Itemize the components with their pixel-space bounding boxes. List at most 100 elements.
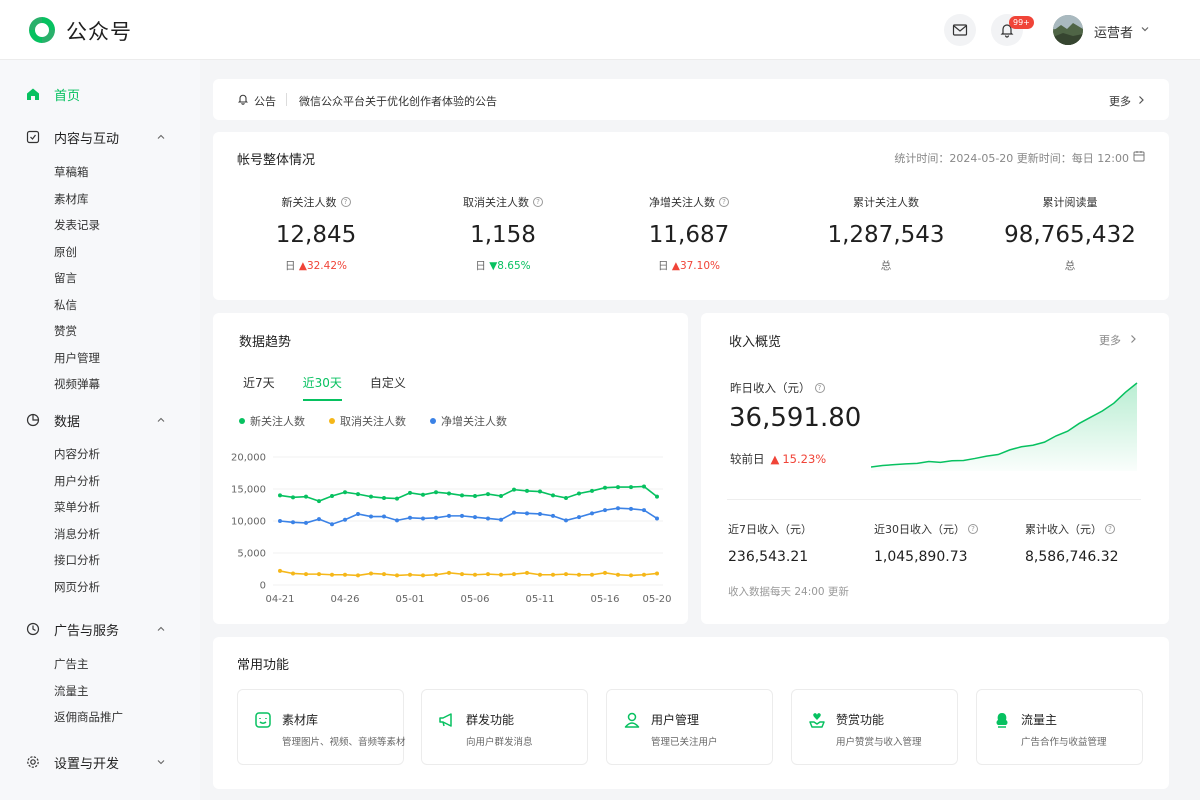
tab-30-days[interactable]: 近30天: [302, 374, 342, 401]
data-point[interactable]: [499, 494, 503, 499]
data-point[interactable]: [460, 493, 464, 498]
data-point[interactable]: [356, 492, 360, 497]
mail-button[interactable]: [944, 14, 976, 46]
data-point[interactable]: [278, 493, 282, 498]
legend-item[interactable]: 净增关注人数: [430, 413, 507, 429]
help-icon[interactable]: ?: [719, 197, 729, 207]
help-icon[interactable]: ?: [814, 383, 825, 393]
data-point[interactable]: [382, 495, 386, 500]
data-point[interactable]: [343, 517, 347, 522]
data-point[interactable]: [304, 572, 308, 577]
data-point[interactable]: [655, 494, 659, 499]
sidebar-item-publisher[interactable]: 流量主: [54, 683, 89, 699]
data-point[interactable]: [486, 572, 490, 577]
data-point[interactable]: [512, 487, 516, 492]
data-point[interactable]: [577, 515, 581, 520]
income-more-link[interactable]: 更多: [1099, 332, 1121, 348]
data-point[interactable]: [317, 517, 321, 522]
chevron-down-icon[interactable]: [156, 757, 166, 767]
sidebar-section-data[interactable]: 数据: [26, 410, 166, 430]
data-point[interactable]: [460, 513, 464, 518]
chevron-up-icon[interactable]: [156, 415, 166, 425]
data-point[interactable]: [616, 506, 620, 511]
data-point[interactable]: [551, 513, 555, 518]
data-point[interactable]: [564, 495, 568, 500]
data-point[interactable]: [447, 570, 451, 575]
data-point[interactable]: [356, 511, 360, 516]
function-traffic[interactable]: 流量主 广告合作与收益管理: [976, 689, 1143, 765]
function-broadcast[interactable]: 群发功能 向用户群发消息: [421, 689, 588, 765]
sidebar-item-api-analysis[interactable]: 接口分析: [54, 552, 100, 568]
announcement-more-link[interactable]: 更多: [1109, 93, 1131, 109]
data-point[interactable]: [447, 491, 451, 496]
help-icon[interactable]: ?: [968, 524, 978, 534]
data-point[interactable]: [291, 495, 295, 500]
data-point[interactable]: [525, 511, 529, 516]
data-point[interactable]: [356, 573, 360, 578]
avatar[interactable]: [1053, 15, 1083, 45]
sidebar-item-original[interactable]: 原创: [54, 244, 77, 260]
data-point[interactable]: [525, 488, 529, 493]
sidebar-item-messages[interactable]: 私信: [54, 297, 77, 313]
legend-item[interactable]: 取消关注人数: [329, 413, 406, 429]
data-point[interactable]: [343, 572, 347, 577]
chevron-up-icon[interactable]: [156, 132, 166, 142]
data-point[interactable]: [408, 572, 412, 577]
data-point[interactable]: [538, 489, 542, 494]
data-point[interactable]: [330, 494, 334, 499]
data-point[interactable]: [291, 520, 295, 525]
data-point[interactable]: [616, 572, 620, 577]
data-point[interactable]: [512, 510, 516, 515]
function-reward[interactable]: 赞赏功能 用户赞赏与收入管理: [791, 689, 958, 765]
data-point[interactable]: [434, 490, 438, 495]
data-point[interactable]: [278, 519, 282, 523]
data-point[interactable]: [421, 492, 425, 497]
data-point[interactable]: [434, 572, 438, 577]
user-name[interactable]: 运营者: [1094, 22, 1133, 41]
chevron-right-icon[interactable]: [1137, 95, 1145, 105]
sidebar-item-web-analysis[interactable]: 网页分析: [54, 579, 100, 595]
data-point[interactable]: [603, 570, 607, 575]
data-point[interactable]: [395, 518, 399, 523]
data-point[interactable]: [642, 484, 646, 489]
data-point[interactable]: [512, 572, 516, 577]
chevron-up-icon[interactable]: [156, 624, 166, 634]
data-point[interactable]: [590, 488, 594, 493]
data-point[interactable]: [421, 573, 425, 578]
sidebar-item-affiliate[interactable]: 返佣商品推广: [54, 709, 123, 725]
legend-item[interactable]: 新关注人数: [239, 413, 305, 429]
data-point[interactable]: [642, 572, 646, 577]
data-point[interactable]: [616, 485, 620, 490]
data-point[interactable]: [330, 522, 334, 527]
chevron-down-icon[interactable]: [1140, 24, 1150, 34]
tab-7-days[interactable]: 近7天: [243, 374, 275, 401]
sidebar-item-user-analysis[interactable]: 用户分析: [54, 473, 100, 489]
sidebar-section-settings[interactable]: 设置与开发: [26, 752, 166, 772]
data-point[interactable]: [369, 571, 373, 576]
data-point[interactable]: [304, 520, 308, 525]
data-point[interactable]: [655, 571, 659, 576]
sidebar-item-advertiser[interactable]: 广告主: [54, 656, 89, 672]
sidebar-item-users[interactable]: 用户管理: [54, 350, 100, 366]
function-user-management[interactable]: 用户管理 管理已关注用户: [606, 689, 773, 765]
data-point[interactable]: [655, 516, 659, 521]
data-point[interactable]: [434, 515, 438, 520]
tab-custom[interactable]: 自定义: [370, 374, 406, 401]
sidebar-item-materials[interactable]: 素材库: [54, 191, 89, 207]
data-point[interactable]: [629, 573, 633, 578]
data-point[interactable]: [317, 572, 321, 577]
sidebar-item-message-analysis[interactable]: 消息分析: [54, 526, 100, 542]
help-icon[interactable]: ?: [533, 197, 543, 207]
data-point[interactable]: [538, 572, 542, 577]
data-point[interactable]: [473, 572, 477, 577]
data-point[interactable]: [577, 572, 581, 577]
sidebar-item-published[interactable]: 发表记录: [54, 217, 100, 233]
sidebar-item-content-analysis[interactable]: 内容分析: [54, 446, 100, 462]
data-point[interactable]: [395, 573, 399, 578]
logo-icon[interactable]: [26, 14, 58, 46]
function-material-library[interactable]: 素材库 管理图片、视频、音频等素材: [237, 689, 406, 765]
data-point[interactable]: [603, 508, 607, 513]
data-point[interactable]: [317, 499, 321, 504]
chevron-right-icon[interactable]: [1129, 334, 1137, 344]
data-point[interactable]: [577, 491, 581, 496]
